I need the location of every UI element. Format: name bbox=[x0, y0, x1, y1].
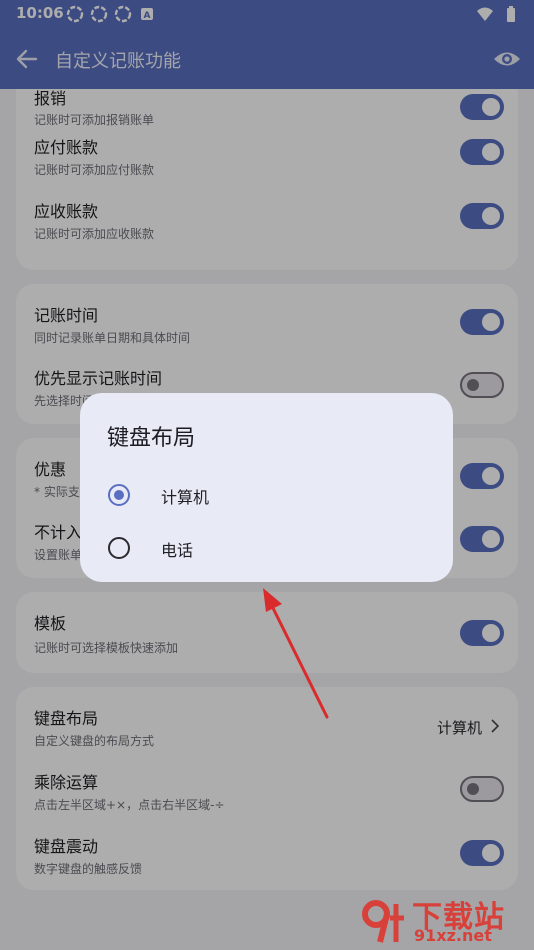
watermark-logo-icon bbox=[362, 900, 404, 943]
option-phone[interactable]: 电话 bbox=[80, 523, 453, 571]
watermark-url: 91xz.net bbox=[414, 926, 492, 945]
option-label: 电话 bbox=[161, 541, 194, 560]
option-calculator[interactable]: 计算机 bbox=[80, 470, 453, 518]
dialog-title: 键盘布局 bbox=[107, 426, 196, 451]
option-label: 计算机 bbox=[161, 488, 210, 507]
keyboard-layout-dialog: 键盘布局 计算机 电话 bbox=[80, 393, 453, 582]
radio-selected-icon[interactable] bbox=[108, 484, 130, 506]
radio-unselected-icon[interactable] bbox=[108, 537, 130, 559]
watermark: 下载站 91xz.net bbox=[360, 890, 530, 948]
